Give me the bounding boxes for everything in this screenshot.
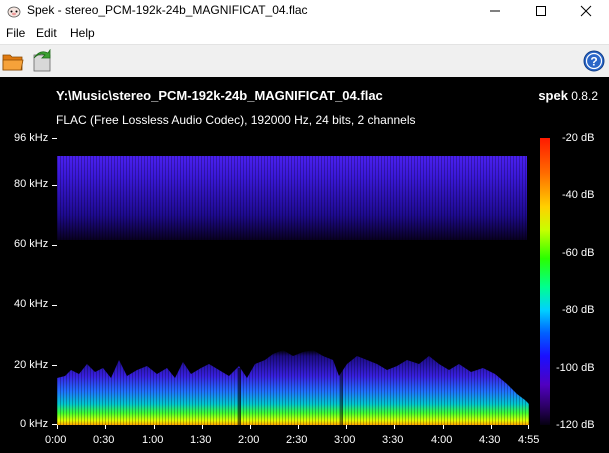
menu-file[interactable]: File xyxy=(6,26,25,40)
time-label: 1:30 xyxy=(190,434,212,446)
freq-tick xyxy=(52,185,57,186)
save-image-button[interactable] xyxy=(30,48,56,75)
freq-label: 96 kHz xyxy=(14,132,49,144)
freq-label: 0 kHz xyxy=(20,418,49,430)
db-label: -120 dB xyxy=(556,419,595,431)
open-file-button[interactable] xyxy=(1,49,27,75)
app-name: spek xyxy=(538,88,568,103)
freq-label: 40 kHz xyxy=(14,298,49,310)
db-label: -20 dB xyxy=(562,132,595,144)
time-label: 3:00 xyxy=(334,434,356,446)
freq-tick xyxy=(52,245,57,246)
db-label: -80 dB xyxy=(562,304,595,316)
audio-info: FLAC (Free Lossless Audio Codec), 192000… xyxy=(56,113,416,127)
freq-tick xyxy=(52,365,57,366)
freq-tick xyxy=(52,305,57,306)
spectrogram-svg xyxy=(57,156,529,425)
app-version: 0.8.2 xyxy=(571,89,598,103)
toolbar: ? xyxy=(0,44,609,77)
maximize-button[interactable] xyxy=(518,0,564,22)
spectrogram-image xyxy=(57,138,529,425)
maximize-icon xyxy=(536,6,546,16)
close-button[interactable] xyxy=(563,0,609,22)
time-tick xyxy=(298,425,299,429)
db-label: -60 dB xyxy=(562,247,595,259)
window-title: Spek - stereo_PCM-192k-24b_MAGNIFICAT_04… xyxy=(27,3,308,17)
file-path: Y:\Music\stereo_PCM-192k-24b_MAGNIFICAT_… xyxy=(56,88,383,103)
time-label: 2:00 xyxy=(238,434,260,446)
minimize-button[interactable] xyxy=(472,0,518,22)
app-icon xyxy=(7,6,21,18)
freq-label: 80 kHz xyxy=(14,178,49,190)
save-image-icon xyxy=(33,48,51,72)
time-tick xyxy=(346,425,347,429)
db-label: -100 dB xyxy=(556,362,595,374)
time-label: 4:00 xyxy=(431,434,453,446)
title-bar: Spek - stereo_PCM-192k-24b_MAGNIFICAT_04… xyxy=(0,0,609,22)
app-version-label: spek 0.8.2 xyxy=(538,88,598,103)
time-label: 4:55 xyxy=(518,434,540,446)
close-icon xyxy=(580,5,592,17)
spectrogram-panel: Y:\Music\stereo_PCM-192k-24b_MAGNIFICAT_… xyxy=(0,77,609,453)
time-tick xyxy=(394,425,395,429)
menu-edit[interactable]: Edit xyxy=(36,26,57,40)
time-tick xyxy=(202,425,203,429)
menu-help[interactable]: Help xyxy=(70,26,95,40)
time-label: 0:30 xyxy=(93,434,115,446)
time-label: 0:00 xyxy=(45,434,67,446)
menu-bar: File Edit Help xyxy=(0,23,609,43)
time-tick xyxy=(250,425,251,429)
time-label: 2:30 xyxy=(286,434,308,446)
help-button[interactable]: ? xyxy=(582,49,608,75)
time-label: 3:30 xyxy=(382,434,404,446)
freq-label: 60 kHz xyxy=(14,238,49,250)
freq-tick xyxy=(52,138,57,139)
db-color-scale xyxy=(540,138,550,425)
freq-label: 20 kHz xyxy=(14,359,49,371)
time-tick xyxy=(443,425,444,429)
minimize-icon xyxy=(490,10,500,12)
help-icon: ? xyxy=(583,50,605,72)
open-file-icon xyxy=(2,54,24,71)
time-tick xyxy=(105,425,106,429)
time-tick xyxy=(57,425,58,429)
time-label: 1:00 xyxy=(142,434,164,446)
time-tick xyxy=(491,425,492,429)
db-label: -40 dB xyxy=(562,189,595,201)
time-tick xyxy=(528,425,529,429)
time-label: 4:30 xyxy=(479,434,501,446)
time-tick xyxy=(154,425,155,429)
svg-text:?: ? xyxy=(590,55,597,69)
